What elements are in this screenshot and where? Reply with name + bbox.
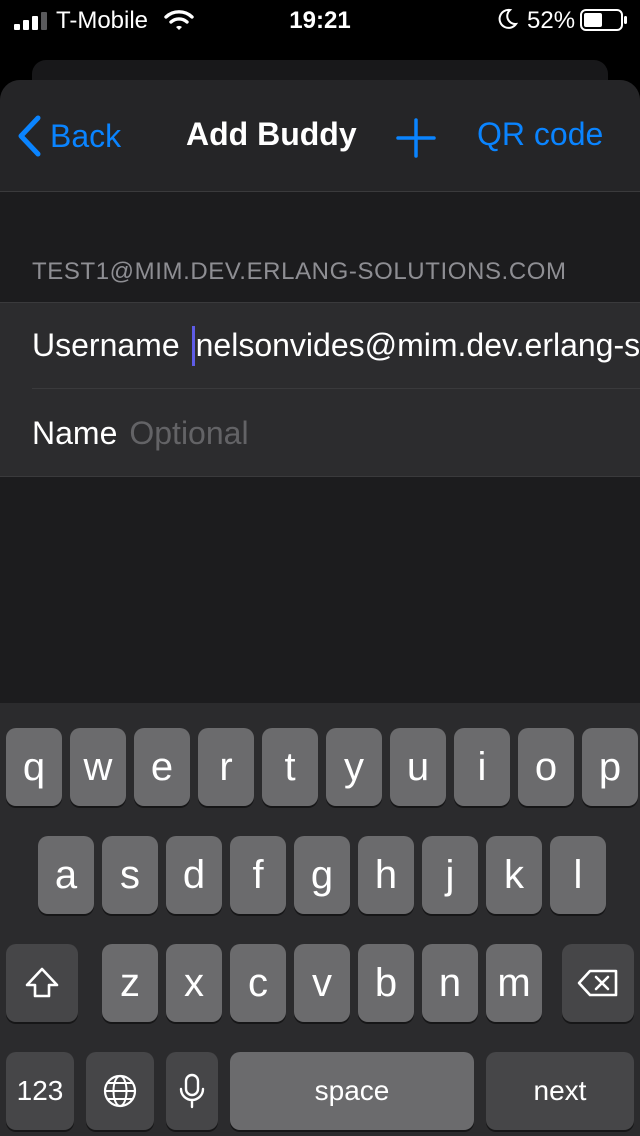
key-label: c: [248, 961, 268, 1005]
key-label: e: [150, 745, 174, 789]
key-o[interactable]: o: [518, 728, 574, 806]
key-label: n: [438, 961, 462, 1005]
key-label: r: [219, 745, 233, 789]
key-q[interactable]: q: [6, 728, 62, 806]
key-label: u: [406, 745, 430, 789]
battery-icon: [580, 9, 627, 31]
backspace-key[interactable]: [562, 944, 634, 1022]
key-c[interactable]: c: [230, 944, 286, 1022]
key-label: f: [252, 853, 264, 897]
status-bar: T-Mobile 19:21 52%: [0, 0, 640, 42]
back-label: Back: [50, 117, 122, 154]
space-key-label: space: [314, 1075, 390, 1106]
text-cursor: [191, 325, 195, 366]
key-label: y: [344, 745, 364, 789]
key-label: o: [534, 745, 558, 789]
battery-percent: 52%: [527, 7, 576, 34]
back-button[interactable]: Back: [16, 112, 121, 160]
navigation-bar: Back Add Buddy QR code: [0, 80, 640, 192]
moon-icon: [498, 8, 518, 29]
key-x[interactable]: x: [166, 944, 222, 1022]
numbers-key-label: 123: [16, 1075, 64, 1106]
key-label: w: [83, 745, 113, 789]
name-row[interactable]: Name Optional: [32, 390, 640, 476]
plus-icon[interactable]: [396, 118, 436, 158]
key-a[interactable]: a: [38, 836, 94, 914]
chevron-left-icon: [18, 115, 41, 157]
key-h[interactable]: h: [358, 836, 414, 914]
numbers-key[interactable]: 123: [6, 1052, 74, 1130]
globe-icon: [103, 1074, 137, 1108]
key-n[interactable]: n: [422, 944, 478, 1022]
key-label: p: [598, 745, 622, 789]
key-i[interactable]: i: [454, 728, 510, 806]
key-label: k: [504, 853, 524, 897]
key-label: x: [184, 961, 204, 1005]
key-f[interactable]: f: [230, 836, 286, 914]
username-value: nelsonvides@mim.dev.erlang-solutions.com: [195, 327, 640, 363]
key-label: s: [120, 853, 140, 897]
key-d[interactable]: d: [166, 836, 222, 914]
key-u[interactable]: u: [390, 728, 446, 806]
key-label: g: [310, 853, 334, 897]
key-label: m: [497, 961, 531, 1005]
qr-code-button[interactable]: QR code: [477, 116, 603, 153]
key-s[interactable]: s: [102, 836, 158, 914]
key-label: d: [182, 853, 206, 897]
key-label: i: [477, 745, 487, 789]
key-p[interactable]: p: [582, 728, 638, 806]
key-label: v: [312, 961, 332, 1005]
name-label: Name: [32, 414, 118, 451]
key-label: z: [120, 961, 140, 1005]
key-label: j: [445, 853, 455, 897]
username-field[interactable]: nelsonvides@mim.dev.erlang-solutions.com: [191, 325, 640, 366]
key-z[interactable]: z: [102, 944, 158, 1022]
shift-icon: [25, 967, 59, 998]
page-title: Add Buddy: [186, 116, 357, 152]
on-screen-keyboard: 123 space next qwe r t yu i op asd f gh j k l zxcvbn…: [0, 703, 640, 1136]
key-t[interactable]: t: [262, 728, 318, 806]
key-k[interactable]: k: [486, 836, 542, 914]
key-label: l: [573, 853, 583, 897]
key-g[interactable]: g: [294, 836, 350, 914]
next-key[interactable]: next: [486, 1052, 634, 1130]
key-w[interactable]: w: [70, 728, 126, 806]
key-j[interactable]: j: [422, 836, 478, 914]
username-label: Username: [32, 327, 180, 363]
key-r[interactable]: r: [198, 728, 254, 806]
key-label: t: [284, 745, 296, 789]
key-label: h: [374, 853, 398, 897]
key-label: q: [22, 745, 46, 789]
name-field[interactable]: Optional: [129, 415, 248, 452]
section-header: TEST1@MIM.DEV.ERLANG-SOLUTIONS.COM: [32, 258, 567, 285]
key-l[interactable]: l: [550, 836, 606, 914]
key-label: a: [54, 853, 78, 897]
username-row[interactable]: Username nelsonvides@mim.dev.erlang-solu…: [32, 303, 640, 389]
space-key[interactable]: space: [230, 1052, 474, 1130]
dictation-key[interactable]: [166, 1052, 218, 1130]
key-y[interactable]: y: [326, 728, 382, 806]
globe-key[interactable]: [86, 1052, 154, 1130]
backspace-icon: [577, 969, 618, 997]
key-e[interactable]: e: [134, 728, 190, 806]
next-key-label: next: [533, 1075, 587, 1106]
buddy-form: Username nelsonvides@mim.dev.erlang-solu…: [0, 302, 640, 477]
key-b[interactable]: b: [358, 944, 414, 1022]
key-v[interactable]: v: [294, 944, 350, 1022]
key-label: b: [374, 961, 398, 1005]
key-m[interactable]: m: [486, 944, 542, 1022]
shift-key[interactable]: [6, 944, 78, 1022]
microphone-icon: [179, 1073, 205, 1109]
